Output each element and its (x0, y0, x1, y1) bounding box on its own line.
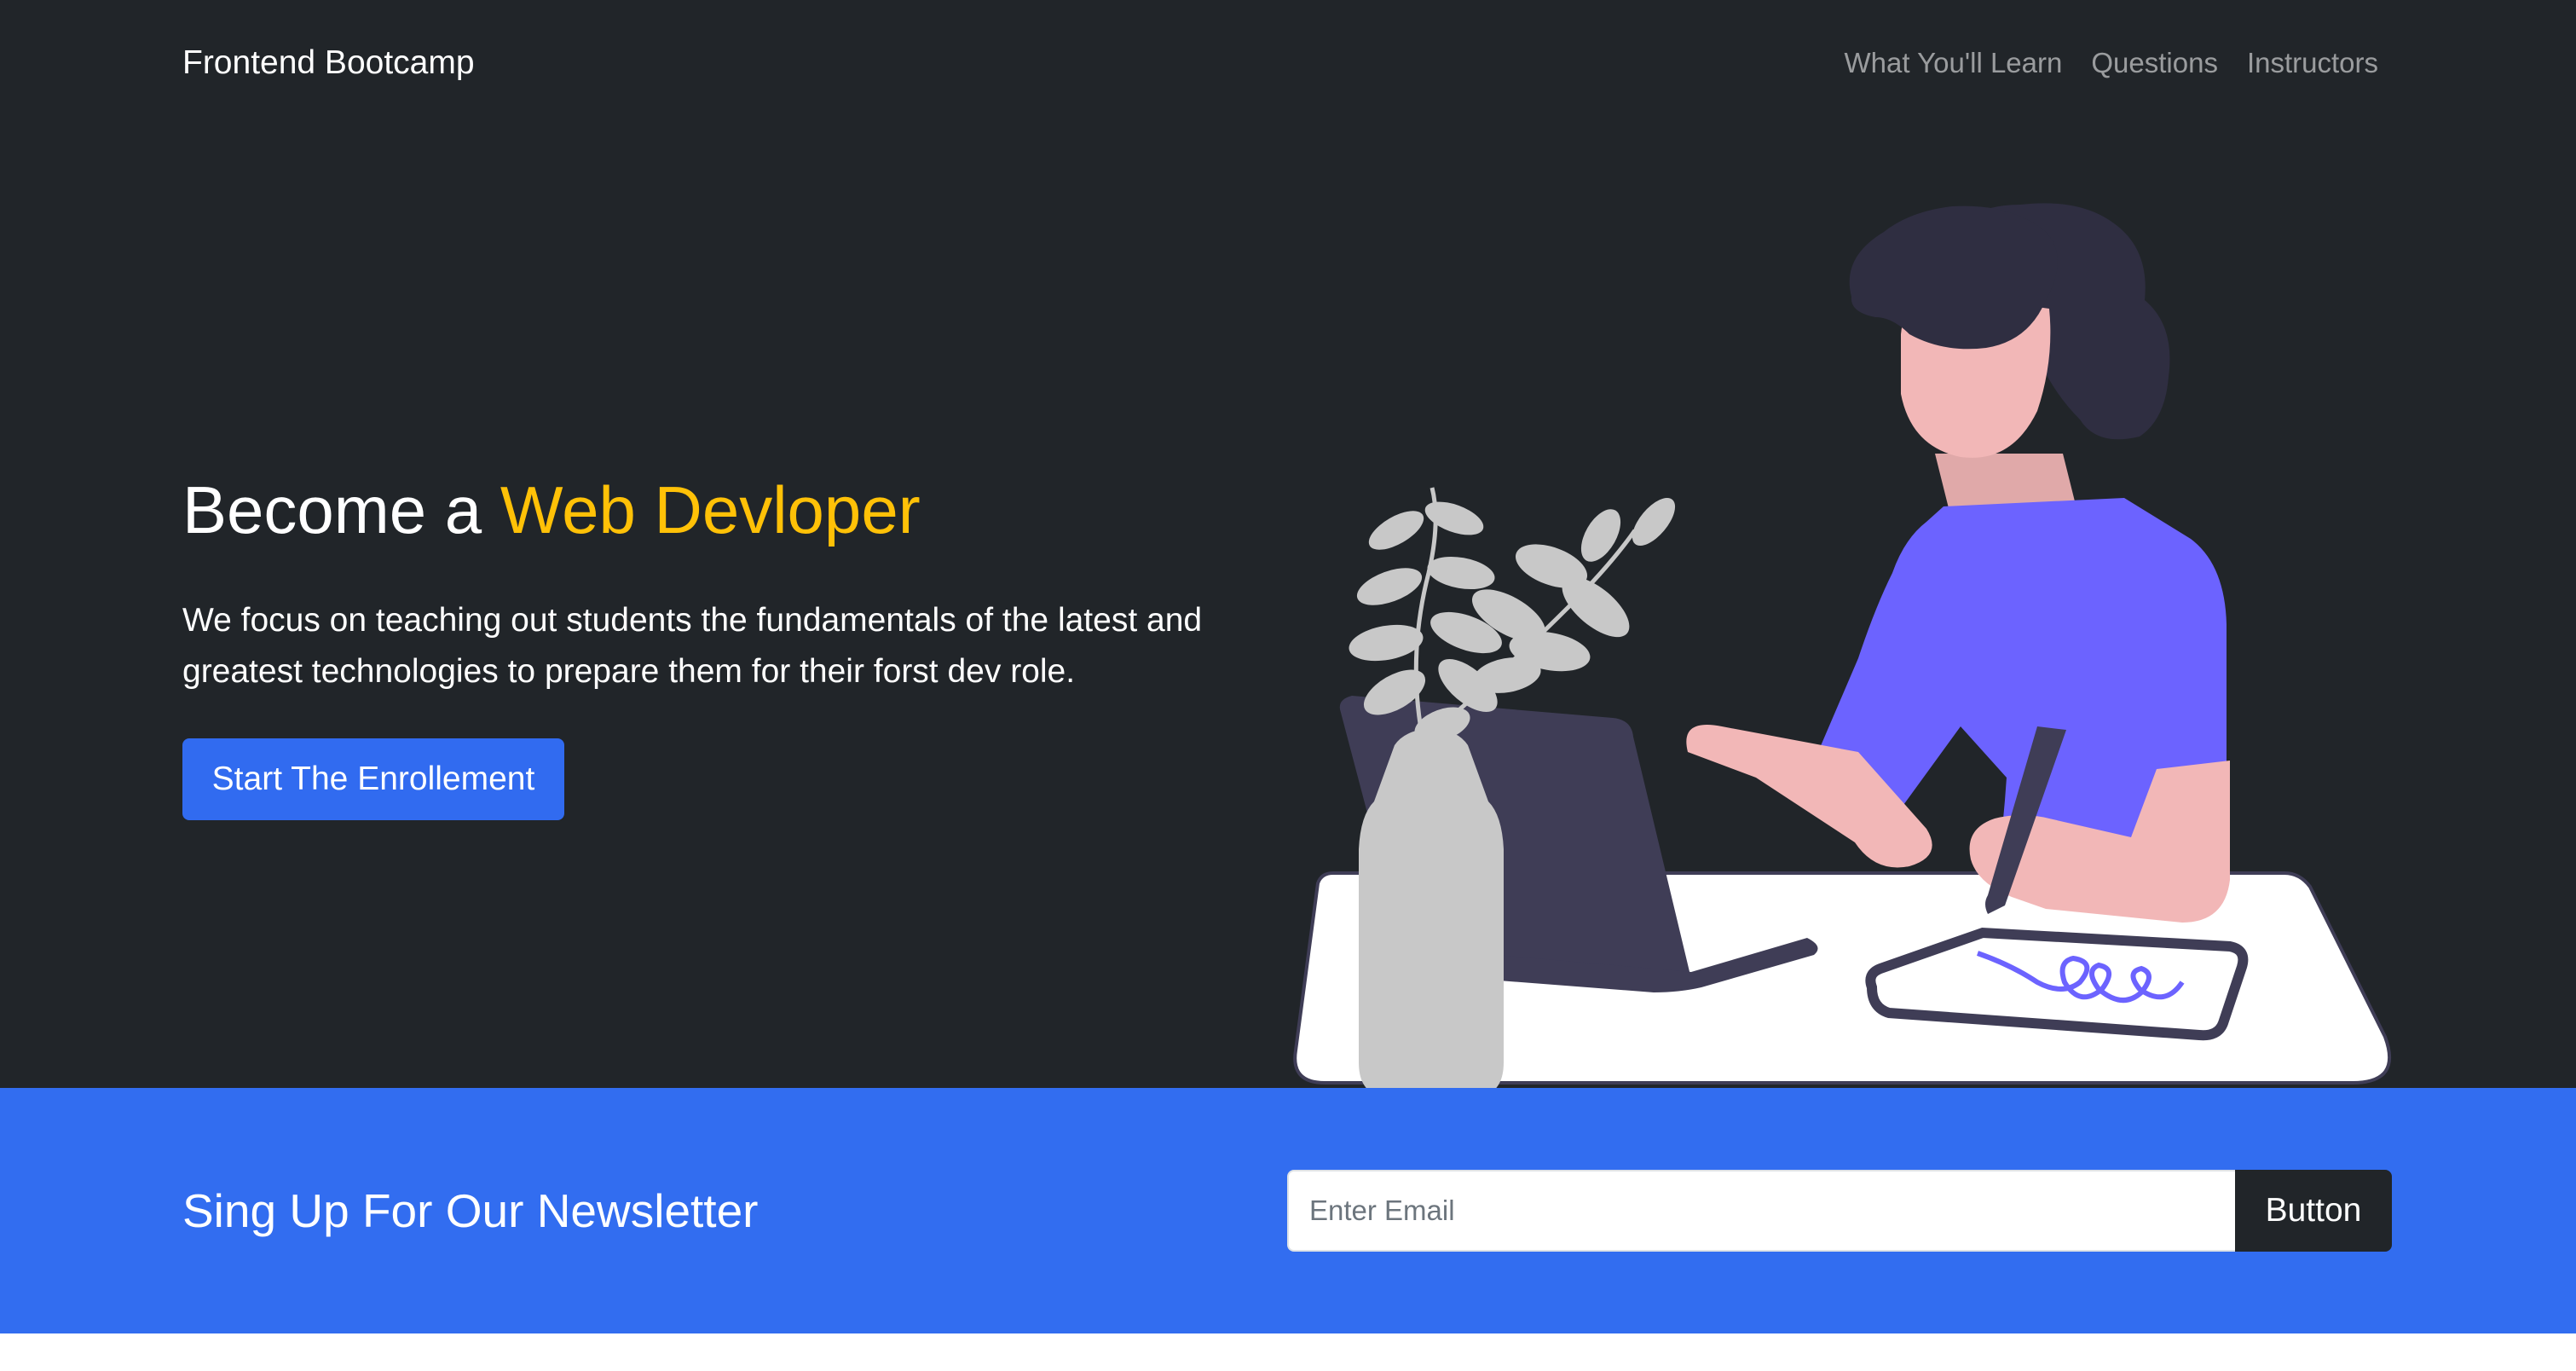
person-working-at-desk-illustration (1293, 203, 2391, 1088)
page: Frontend Bootcamp What You'll Learn Ques… (0, 0, 2576, 1371)
newsletter-form: Button (1287, 1170, 2392, 1252)
hero-title: Become a Web Devloper (182, 469, 921, 551)
brand-link[interactable]: Frontend Bootcamp (182, 39, 475, 87)
nav-link-instructors[interactable]: Instructors (2247, 39, 2378, 87)
newsletter-section: Sing Up For Our Newsletter Button (0, 1088, 2576, 1333)
hair-front (1849, 205, 2058, 350)
hero-lead: We focus on teaching out students the fu… (182, 602, 1203, 690)
hero-title-prefix: Become a (182, 472, 500, 547)
start-enrollment-button[interactable]: Start The Enrollement (182, 738, 564, 820)
hero-section: Become a Web Devloper We focus on teachi… (0, 130, 2576, 1088)
nav-link-questions[interactable]: Questions (2091, 39, 2218, 87)
navbar: Frontend Bootcamp What You'll Learn Ques… (0, 0, 2576, 130)
email-input[interactable] (1287, 1170, 2235, 1252)
nav-links: What You'll Learn Questions Instructors (1845, 39, 2378, 87)
newsletter-title: Sing Up For Our Newsletter (182, 1184, 759, 1237)
nav-link-what-youll-learn[interactable]: What You'll Learn (1845, 39, 2063, 87)
hero-title-highlight: Web Devloper (500, 472, 921, 547)
newsletter-submit-button[interactable]: Button (2235, 1170, 2392, 1252)
